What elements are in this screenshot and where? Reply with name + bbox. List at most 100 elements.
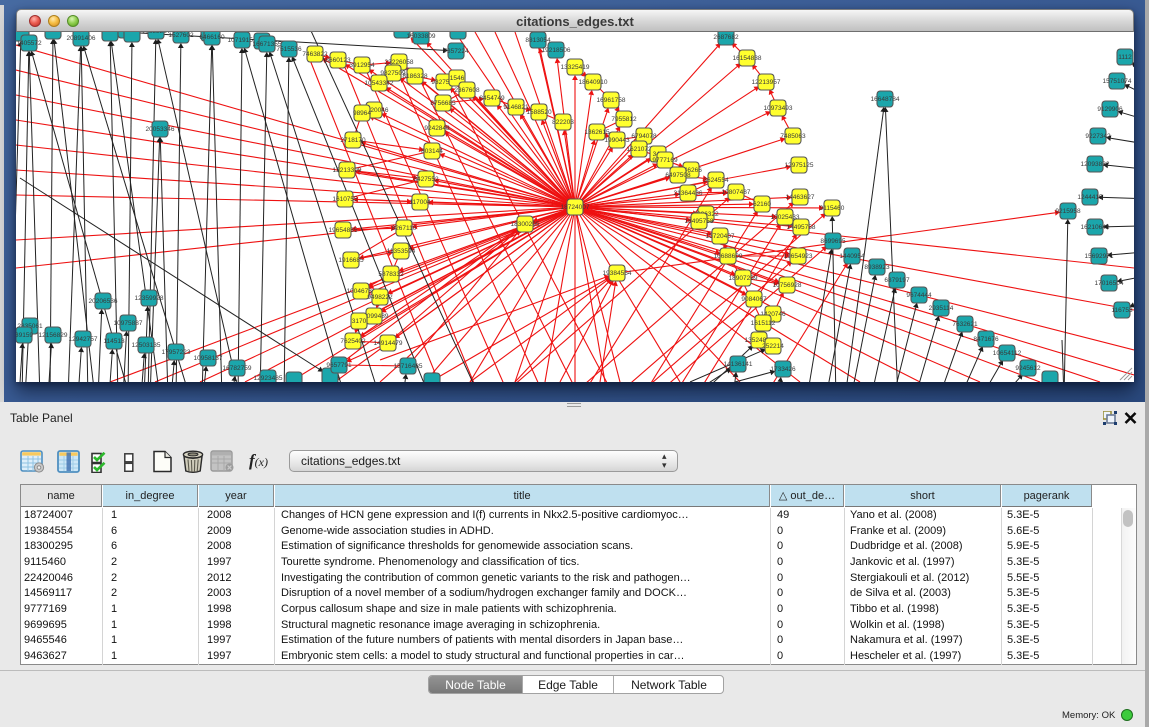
- svg-text:1405572: 1405572: [16, 40, 42, 47]
- svg-text:8267110: 8267110: [392, 225, 417, 232]
- svg-text:7485063: 7485063: [780, 133, 806, 140]
- svg-text:5878332: 5878332: [378, 271, 404, 278]
- svg-text:14914479: 14914479: [374, 340, 403, 347]
- svg-text:21364436: 21364436: [674, 190, 703, 197]
- svg-text:19218506: 19218506: [542, 47, 571, 54]
- svg-text:9084067: 9084067: [741, 296, 767, 303]
- svg-text:19384554: 19384554: [603, 270, 632, 277]
- svg-text:2935114: 2935114: [929, 305, 954, 312]
- svg-text:116753: 116753: [1111, 307, 1133, 314]
- svg-text:9245612: 9245612: [1015, 365, 1041, 372]
- svg-text:8427552: 8427552: [413, 176, 439, 183]
- svg-text:1733426: 1733426: [770, 366, 796, 373]
- svg-text:98964: 98964: [353, 110, 371, 117]
- svg-text:18640910: 18640910: [579, 79, 608, 86]
- svg-text:2687682: 2687682: [713, 34, 739, 41]
- svg-text:14495758: 14495758: [787, 224, 816, 231]
- svg-text:9777169: 9777169: [652, 157, 678, 164]
- svg-text:8186328: 8186328: [402, 73, 428, 80]
- svg-text:9242848: 9242848: [424, 125, 450, 132]
- svg-text:18300295: 18300295: [511, 221, 540, 228]
- svg-text:7515536: 7515536: [276, 46, 302, 53]
- svg-text:252214: 252214: [762, 343, 784, 350]
- svg-text:17957223: 17957223: [162, 349, 191, 356]
- svg-text:1621072: 1621072: [626, 146, 652, 153]
- svg-text:803144: 803144: [421, 148, 443, 155]
- svg-text:1362615: 1362615: [584, 129, 610, 136]
- svg-text:3912954: 3912954: [349, 62, 375, 69]
- svg-text:10973493: 10973493: [764, 105, 793, 112]
- svg-text:16961758: 16961758: [597, 97, 626, 104]
- svg-text:8756685: 8756685: [430, 100, 456, 107]
- svg-text:6466160: 6466160: [199, 34, 225, 41]
- svg-text:8660123: 8660123: [325, 57, 351, 64]
- svg-text:14463627: 14463627: [786, 194, 815, 201]
- svg-text:9215958: 9215958: [1055, 208, 1081, 215]
- svg-text:7955812: 7955812: [611, 116, 637, 123]
- svg-text:10688609: 10688609: [714, 253, 743, 260]
- svg-text:1990443: 1990443: [604, 137, 630, 144]
- svg-text:19654923: 19654923: [784, 253, 813, 260]
- svg-text:9674444: 9674444: [906, 292, 932, 299]
- svg-text:10653267: 10653267: [142, 32, 171, 35]
- svg-text:12213399: 12213399: [333, 167, 362, 174]
- svg-text:9146821: 9146821: [503, 104, 529, 111]
- svg-text:6794078: 6794078: [631, 133, 657, 140]
- svg-text:16782759: 16782759: [223, 365, 252, 372]
- svg-text:14136141: 14136141: [724, 361, 753, 368]
- svg-text:12359928: 12359928: [135, 295, 164, 302]
- svg-text:114513: 114513: [103, 338, 125, 345]
- svg-text:15692971: 15692971: [1085, 253, 1114, 260]
- svg-text:1916685: 1916685: [338, 257, 364, 264]
- svg-text:18724007: 18724007: [561, 204, 590, 211]
- svg-text:1610755: 1610755: [332, 196, 358, 203]
- svg-text:12923485: 12923485: [254, 375, 283, 382]
- svg-text:16154838: 16154838: [733, 55, 762, 62]
- svg-text:12503135: 12503135: [132, 342, 161, 349]
- svg-text:10756928: 10756928: [773, 282, 802, 289]
- svg-text:10975887: 10975887: [114, 320, 143, 327]
- svg-text:12213957: 12213957: [752, 79, 781, 86]
- svg-text:18907299: 18907299: [729, 275, 758, 282]
- svg-text:8454749: 8454749: [479, 95, 505, 102]
- svg-text:822203: 822203: [552, 119, 574, 126]
- svg-text:1244415: 1244415: [1077, 194, 1103, 201]
- svg-text:6879197: 6879197: [884, 277, 910, 284]
- svg-text:19654835: 19654835: [329, 227, 358, 234]
- svg-text:16648784: 16648784: [871, 96, 900, 103]
- svg-text:9227342: 9227342: [1085, 133, 1111, 140]
- svg-text:62160: 62160: [753, 201, 771, 208]
- svg-text:13325419: 13325419: [561, 64, 590, 71]
- svg-text:8813054: 8813054: [525, 37, 551, 44]
- svg-text:12156829: 12156829: [39, 332, 68, 339]
- svg-text:9115460: 9115460: [820, 205, 845, 212]
- svg-text:12975125: 12975125: [785, 162, 814, 169]
- svg-text:8699695: 8699695: [820, 238, 846, 245]
- svg-text:7625402: 7625402: [340, 338, 366, 345]
- svg-text:16210643: 16210643: [1081, 224, 1110, 231]
- svg-text:1546: 1546: [450, 75, 465, 82]
- svg-text:10543342: 10543342: [365, 80, 394, 87]
- svg-text:6497508: 6497508: [665, 172, 691, 179]
- svg-text:7463822: 7463822: [302, 51, 328, 58]
- svg-text:15716485: 15716485: [394, 363, 423, 370]
- svg-text:17016504: 17016504: [1095, 280, 1124, 287]
- svg-text:3170: 3170: [352, 318, 367, 325]
- svg-text:18495758: 18495758: [685, 218, 714, 225]
- svg-text:10654112: 10654112: [993, 350, 1022, 357]
- svg-text:9129906: 9129906: [1097, 106, 1123, 113]
- svg-text:1615112: 1615112: [751, 320, 776, 327]
- svg-text:7357224: 7357224: [443, 48, 469, 55]
- svg-text:7632621: 7632621: [952, 321, 978, 328]
- svg-text:1527602: 1527602: [168, 32, 194, 39]
- svg-text:20053346: 20053346: [146, 126, 175, 133]
- svg-text:117004: 117004: [409, 199, 431, 206]
- svg-text:9657791: 9657791: [326, 362, 352, 369]
- svg-text:20206536: 20206536: [89, 298, 118, 305]
- svg-text:1588520: 1588520: [526, 109, 552, 116]
- svg-text:2718170: 2718170: [340, 137, 366, 144]
- svg-text:1440954: 1440954: [839, 253, 865, 260]
- svg-text:10958137: 10958137: [194, 355, 223, 362]
- svg-text:16033809: 16033809: [407, 33, 436, 40]
- svg-text:39159: 39159: [16, 332, 33, 339]
